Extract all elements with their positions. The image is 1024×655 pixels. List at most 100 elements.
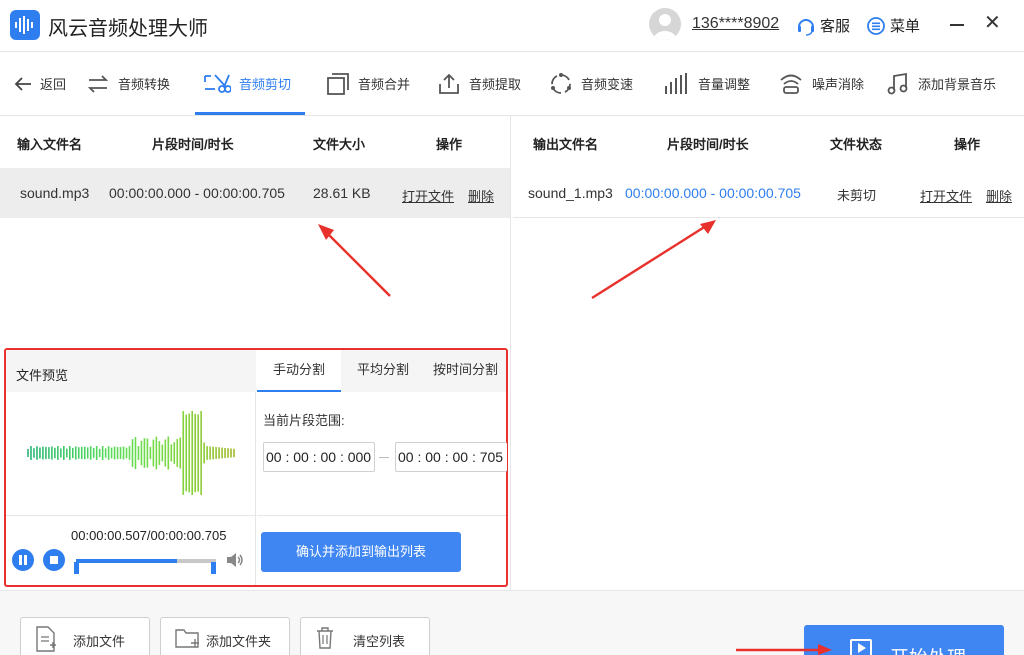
table-row[interactable]: sound.mp3 00:00:00.000 - 00:00:00.705 28… <box>0 168 510 218</box>
tool-label: 添加背景音乐 <box>918 77 997 92</box>
close-window-button[interactable]: ✕ <box>984 13 1001 33</box>
scissors-icon <box>204 73 231 93</box>
minimize-button[interactable] <box>950 24 964 26</box>
play-icon <box>850 639 872 655</box>
segment-time: 00:00:00.000 - 00:00:00.705 <box>109 185 285 201</box>
delete-link[interactable]: 删除 <box>468 186 494 205</box>
start-time-input[interactable]: 00 : 00 : 00 : 000 <box>263 442 375 472</box>
app-logo-icon <box>10 10 40 40</box>
headset-icon <box>798 18 814 36</box>
column-header: 片段时间/时长 <box>667 137 749 152</box>
playback-slider[interactable] <box>76 559 216 563</box>
playback-time: 00:00:00.507/00:00:00.705 <box>71 528 227 543</box>
menu-button[interactable]: 菜单 <box>866 15 920 36</box>
tab-audio-extract[interactable]: 音频提取 <box>437 52 521 115</box>
tool-label: 噪声消除 <box>812 77 865 92</box>
preview-split-box: 文件预览 00:00:00.507/00:00:00.705 手动分割 平均分割… <box>4 348 508 587</box>
tool-label: 音频合并 <box>358 77 411 92</box>
tool-label: 音频剪切 <box>239 77 292 92</box>
split-settings-panel: 手动分割 平均分割 按时间分割 当前片段范围: 00 : 00 : 00 : 0… <box>257 350 507 585</box>
open-file-link[interactable]: 打开文件 <box>402 186 454 205</box>
column-header: 文件大小 <box>313 137 366 152</box>
merge-icon <box>327 72 349 95</box>
add-folder-button[interactable]: 添加文件夹 <box>160 617 290 655</box>
segment-time: 00:00:00.000 - 00:00:00.705 <box>625 185 801 201</box>
tab-audio-merge[interactable]: 音频合并 <box>326 52 410 115</box>
app-title: 风云音频处理大师 <box>48 18 208 40</box>
customer-service-label: 客服 <box>820 18 851 35</box>
confirm-add-output-button[interactable]: 确认并添加到输出列表 <box>261 532 461 572</box>
tool-label: 音频转换 <box>118 77 171 92</box>
pause-button[interactable] <box>12 549 34 571</box>
file-status: 未剪切 <box>837 188 877 203</box>
preview-header: 文件预览 <box>6 350 256 392</box>
column-header: 片段时间/时长 <box>152 137 234 152</box>
noise-wave-icon <box>780 74 802 94</box>
output-file-panel: 输出文件名 片段时间/时长 文件状态 操作 sound_1.mp3 00:00:… <box>513 116 1024 590</box>
back-label: 返回 <box>40 77 67 92</box>
delete-link[interactable]: 删除 <box>986 186 1012 205</box>
input-table-header: 输入文件名 片段时间/时长 文件大小 操作 <box>0 116 510 168</box>
tab-volume-adjust[interactable]: 音量调整 <box>664 52 750 115</box>
preview-title: 文件预览 <box>16 368 69 383</box>
music-note-icon <box>887 72 908 94</box>
split-mode-tabs: 手动分割 平均分割 按时间分割 <box>257 350 506 392</box>
tool-label: 音频变速 <box>581 77 634 92</box>
open-file-link[interactable]: 打开文件 <box>920 186 972 205</box>
playback-progress <box>76 559 177 563</box>
input-file-name: sound.mp3 <box>20 185 90 201</box>
tab-average-split[interactable]: 平均分割 <box>341 350 425 392</box>
clear-list-button[interactable]: 清空列表 <box>300 617 430 655</box>
start-processing-button[interactable]: 开始处理 <box>804 625 1004 655</box>
waveform <box>27 411 235 495</box>
back-button[interactable]: 返回 <box>14 52 66 115</box>
trash-icon <box>317 627 333 649</box>
output-table-header: 输出文件名 片段时间/时长 文件状态 操作 <box>513 116 1024 168</box>
end-time-input[interactable]: 00 : 00 : 00 : 705 <box>395 442 507 472</box>
function-toolbar: 返回 音频转换 音频剪切 音频合并 音频提取 音频变速 音量调整 噪声消除 添加… <box>0 52 1024 116</box>
upload-icon <box>439 73 459 94</box>
tool-label: 音量调整 <box>698 77 751 92</box>
user-avatar[interactable] <box>649 8 681 40</box>
add-file-label: 添加文件 <box>73 634 126 649</box>
volume-icon[interactable] <box>226 552 244 568</box>
tab-manual-split[interactable]: 手动分割 <box>257 350 341 392</box>
tab-noise-removal[interactable]: 噪声消除 <box>778 52 864 115</box>
add-file-icon <box>36 626 56 652</box>
range-end-handle[interactable] <box>211 562 216 574</box>
tab-audio-convert[interactable]: 音频转换 <box>86 52 170 115</box>
stop-button[interactable] <box>43 549 65 571</box>
menu-icon <box>867 16 885 35</box>
customer-service-button[interactable]: 客服 <box>796 15 850 36</box>
column-header: 文件状态 <box>830 137 883 152</box>
title-bar: 风云音频处理大师 136****8902 客服 菜单 ✕ <box>0 0 1024 52</box>
tab-audio-cut[interactable]: 音频剪切 <box>194 52 306 115</box>
column-header: 输出文件名 <box>533 137 599 152</box>
menu-label: 菜单 <box>890 18 921 35</box>
file-preview-panel: 文件预览 00:00:00.507/00:00:00.705 <box>6 350 256 585</box>
range-separator <box>379 457 389 458</box>
clear-list-label: 清空列表 <box>353 634 406 649</box>
tool-label: 音频提取 <box>469 77 522 92</box>
convert-icon <box>87 74 109 93</box>
volume-bars-icon <box>665 72 687 94</box>
table-row[interactable]: sound_1.mp3 00:00:00.000 - 00:00:00.705 … <box>513 168 1024 218</box>
tab-audio-speed[interactable]: 音频变速 <box>549 52 633 115</box>
column-header: 操作 <box>436 137 463 152</box>
speed-cycle-icon <box>551 72 571 94</box>
divider <box>6 515 256 516</box>
range-start-handle[interactable] <box>74 562 79 574</box>
user-account-link[interactable]: 136****8902 <box>692 15 779 33</box>
tab-add-background-music[interactable]: 添加背景音乐 <box>886 52 996 115</box>
column-header: 操作 <box>954 137 981 152</box>
output-file-name: sound_1.mp3 <box>528 185 613 201</box>
tab-time-split[interactable]: 按时间分割 <box>425 350 506 392</box>
divider <box>257 515 506 516</box>
file-size: 28.61 KB <box>313 185 371 201</box>
range-label: 当前片段范围: <box>263 413 345 428</box>
column-header: 输入文件名 <box>17 137 83 152</box>
add-folder-icon <box>175 629 199 648</box>
start-processing-label: 开始处理 <box>890 643 966 655</box>
add-file-button[interactable]: 添加文件 <box>20 617 150 655</box>
add-folder-label: 添加文件夹 <box>206 634 272 649</box>
